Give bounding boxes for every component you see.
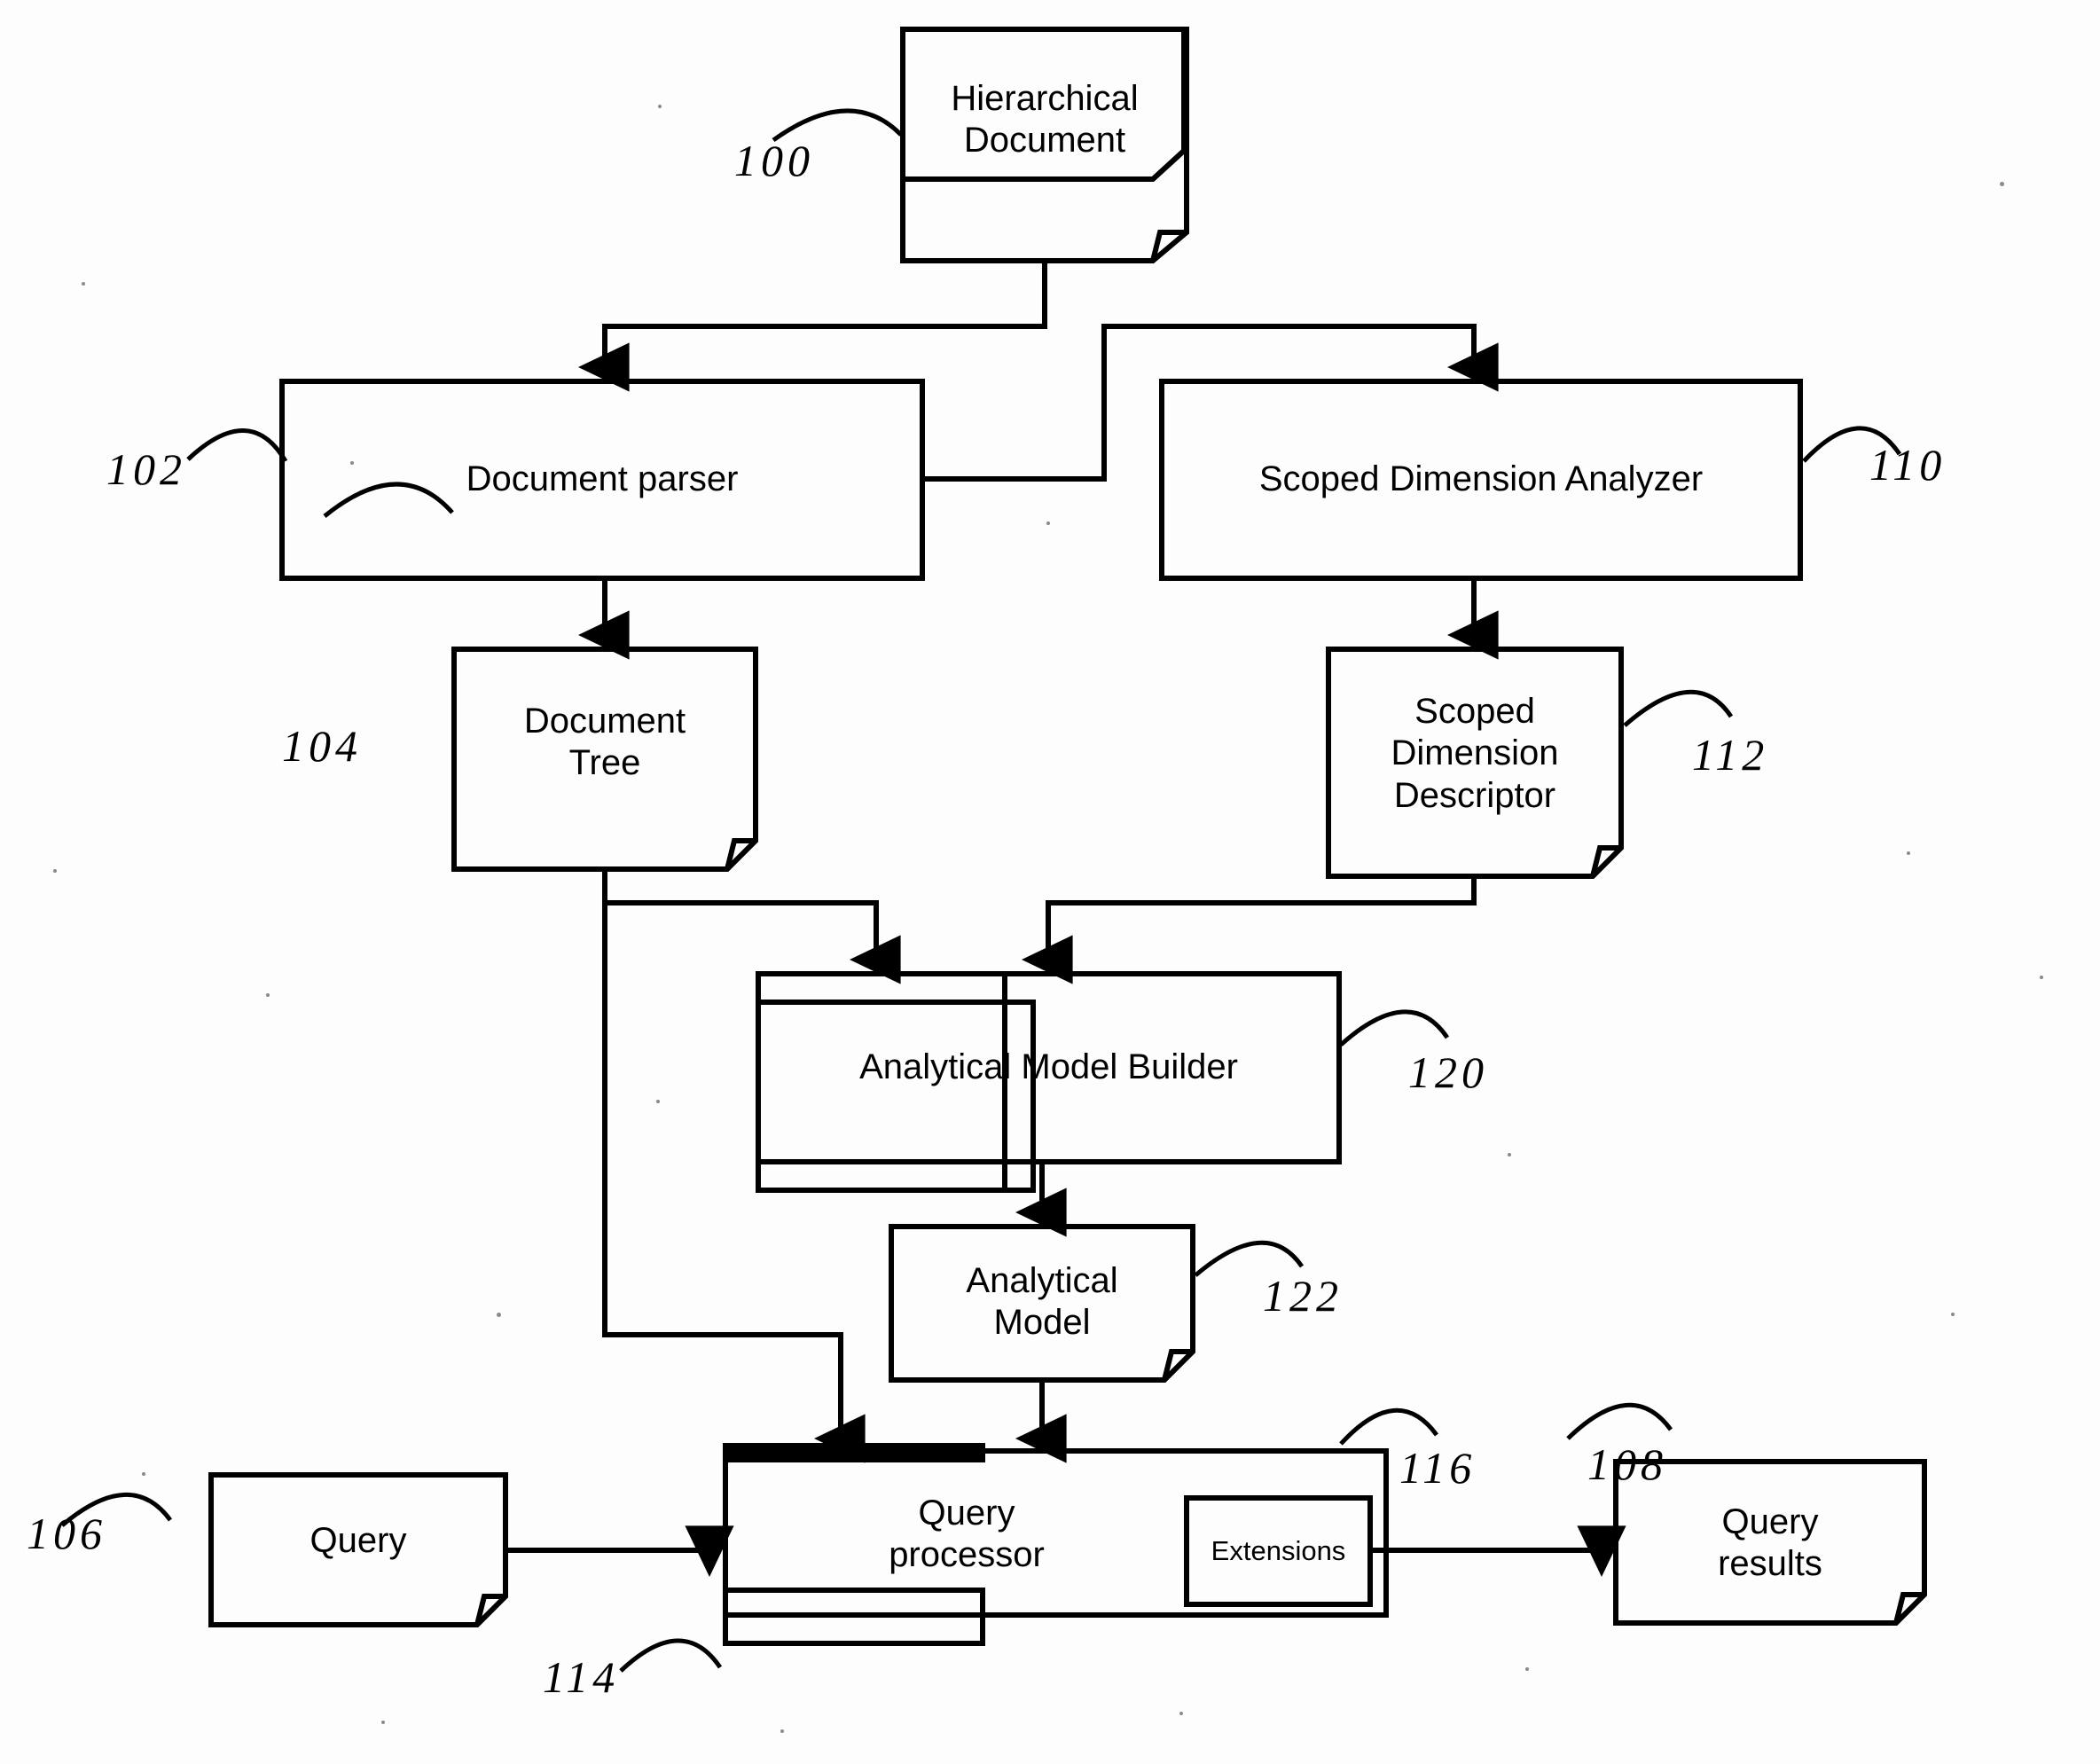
edge-tree-to-builder bbox=[602, 869, 901, 984]
scan-speck bbox=[1525, 1667, 1529, 1671]
ref-numeral-106: 106 bbox=[27, 1509, 106, 1558]
scan-speck bbox=[1046, 521, 1050, 525]
ref-numeral-104: 104 bbox=[282, 721, 362, 771]
document-parser-box bbox=[279, 379, 925, 581]
ref-numeral-102: 102 bbox=[106, 444, 186, 494]
scan-speck bbox=[381, 1721, 385, 1724]
scan-speck bbox=[53, 869, 57, 873]
ref-numeral-122: 122 bbox=[1263, 1271, 1343, 1321]
edge-document-to-parser bbox=[577, 261, 1047, 392]
scan-speck bbox=[1179, 1712, 1183, 1715]
document-tree-box bbox=[451, 647, 758, 872]
scan-speck bbox=[142, 1472, 145, 1476]
ref-numeral-100: 100 bbox=[734, 136, 814, 185]
edge-descriptor-to-builder bbox=[1021, 876, 1477, 984]
scan-speck bbox=[497, 1313, 501, 1317]
diagram-canvas bbox=[60, 27, 1927, 1673]
query-processor-topbar bbox=[723, 1443, 985, 1462]
scan-speck bbox=[1907, 851, 1910, 855]
analytical-model-box bbox=[889, 1224, 1195, 1383]
scan-speck bbox=[2040, 976, 2043, 979]
scan-speck bbox=[1508, 1153, 1511, 1156]
leader-104 bbox=[323, 482, 454, 518]
shape-hierarchical-document bbox=[900, 27, 1187, 182]
extensions-box bbox=[1184, 1495, 1373, 1607]
edge-tree-to-query-processor bbox=[602, 903, 866, 1463]
scan-speck bbox=[266, 993, 270, 997]
leader-114 bbox=[619, 1638, 723, 1673]
ref-numeral-114: 114 bbox=[543, 1652, 620, 1702]
scan-speck bbox=[2000, 182, 2004, 186]
ref-numeral-112: 112 bbox=[1692, 730, 1769, 780]
ref-numeral-116: 116 bbox=[1399, 1443, 1477, 1493]
ref-numeral-108: 108 bbox=[1587, 1439, 1667, 1489]
scan-speck bbox=[656, 1100, 660, 1103]
scan-speck bbox=[82, 282, 85, 286]
scan-speck bbox=[350, 461, 354, 465]
leader-112 bbox=[1623, 689, 1734, 727]
ref-numeral-120: 120 bbox=[1408, 1047, 1488, 1097]
scan-speck bbox=[658, 105, 662, 108]
scoped-dimension-analyzer-box bbox=[1159, 379, 1803, 581]
scan-speck bbox=[1951, 1313, 1955, 1316]
leader-120 bbox=[1339, 1009, 1450, 1047]
leader-102 bbox=[186, 428, 288, 463]
query-box bbox=[208, 1472, 508, 1627]
ref-numeral-110: 110 bbox=[1869, 440, 1947, 490]
patent-figure: Hierarchical Document Document parser Sc… bbox=[0, 0, 2100, 1764]
scan-speck bbox=[780, 1729, 784, 1733]
leader-116 bbox=[1339, 1407, 1439, 1446]
edge-parser-to-analyzer bbox=[922, 324, 1499, 482]
scoped-dimension-descriptor-box bbox=[1326, 647, 1624, 879]
leader-108 bbox=[1566, 1402, 1673, 1440]
hierarchical-document-box bbox=[900, 27, 1189, 263]
